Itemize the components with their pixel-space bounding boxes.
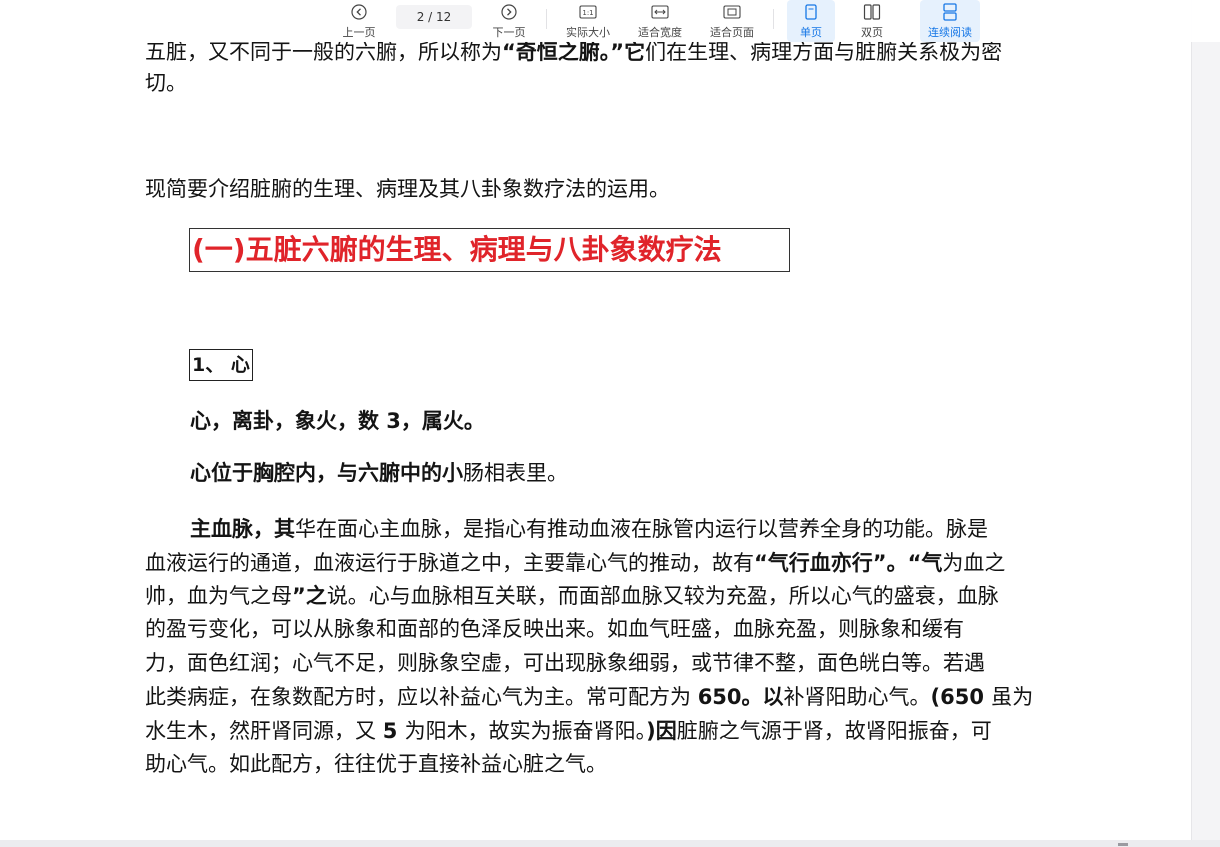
toolbar-divider xyxy=(546,9,547,29)
svg-text:1:1: 1:1 xyxy=(582,9,593,17)
paragraph-line: 的盈亏变化，可以从脉象和面部的色泽反映出来。如血气旺盛，血脉充盈，则脉象和缓有 xyxy=(145,612,964,646)
text-run: 们在生理、病理方面与脏腑关系极为密 xyxy=(645,40,1003,64)
page-separator: / xyxy=(428,10,433,24)
double-page-label: 双页 xyxy=(861,26,883,39)
text-run: 助心气。如此配方，往往优于直接补益心脏之气。 xyxy=(145,752,607,776)
paragraph-line: 血液运行的通道，血液运行于脉道之中，主要靠心气的推动，故有“气行血亦行”。“气为… xyxy=(145,546,1005,580)
text-run: 脏腑之气源于肾，故肾阳振奋，可 xyxy=(676,719,992,743)
text-run: 切。 xyxy=(145,71,187,95)
paragraph-line: 此类病症，在象数配方时，应以补益心气为主。常可配方为 650。以补肾阳助心气。(… xyxy=(145,680,1033,714)
text-run: 此类病症，在象数配方时，应以补益心气为主。常可配方为 xyxy=(145,685,698,709)
paragraph-line: 力，面色红润；心气不足，则脉象空虚，可出现脉象细弱，或节律不整，面色㿠白等。若遇 xyxy=(145,646,985,680)
actual-size-button[interactable]: 1:1 实际大小 xyxy=(561,0,615,42)
text-run: 水生木，然肝肾同源，又 xyxy=(145,719,383,743)
text-run: 为阳木，故实为振奋肾阳。 xyxy=(404,719,647,743)
text-run: 力，面色红润；心气不足，则脉象空虚，可出现脉象细弱，或节律不整，面色㿠白等。若遇 xyxy=(145,651,985,675)
subsection-heading: 1、 心 xyxy=(189,349,253,381)
next-page-label: 下一页 xyxy=(492,26,526,39)
fit-page-icon xyxy=(705,2,759,22)
arrow-right-circle-icon xyxy=(486,2,532,22)
single-page-button[interactable]: 单页 xyxy=(787,0,835,42)
text-run: 的盈亏变化，可以从脉象和面部的色泽反映出来。如血气旺盛，血脉充盈，则脉象和缓有 xyxy=(145,617,964,641)
arrow-left-circle-icon xyxy=(336,2,382,22)
text-run: 为血之 xyxy=(942,551,1006,575)
attribute-line: 心，离卦，象火，数 3，属火。 xyxy=(190,409,485,433)
total-pages: 12 xyxy=(436,10,452,24)
fit-page-button[interactable]: 适合页面 xyxy=(705,0,759,42)
fit-page-label: 适合页面 xyxy=(710,26,754,39)
section-heading: (一)五脏六腑的生理、病理与八卦象数疗法 xyxy=(189,228,790,272)
text-run: 帅，血为气之母 xyxy=(145,584,292,608)
document-page: 五脏，又不同于一般的六腑，所以称为“奇恒之腑。”它们在生理、病理方面与脏腑关系极… xyxy=(0,0,1192,847)
prev-page-button[interactable]: 上一页 xyxy=(336,0,382,42)
paragraph-line: 助心气。如此配方，往往优于直接补益心脏之气。 xyxy=(145,747,607,781)
double-page-icon xyxy=(848,2,896,22)
vertical-scrollbar[interactable] xyxy=(1192,0,1220,847)
text-run-bold: “气行血亦行”。“气 xyxy=(754,551,943,575)
text-run: 现简要介绍脏腑的生理、病理及其八卦象数疗法的运用。 xyxy=(145,177,670,201)
actual-size-icon: 1:1 xyxy=(561,2,615,22)
text-run-bold: 主血脉，其 xyxy=(190,517,295,541)
text-run: 肠相表里。 xyxy=(463,461,568,485)
next-page-button[interactable]: 下一页 xyxy=(486,0,532,42)
fit-width-button[interactable]: 适合宽度 xyxy=(633,0,687,42)
reader-toolbar: 上一页 2 / 12 下一页 1:1 实际大小 适合宽度 适合页面 单页 双页 … xyxy=(0,0,1220,42)
toolbar-divider xyxy=(773,9,774,29)
single-page-label: 单页 xyxy=(800,26,822,39)
text-run: 血液运行的通道，血液运行于脉道之中，主要靠心气的推动，故有 xyxy=(145,551,754,575)
continuous-reading-icon xyxy=(920,2,980,22)
text-run-bold: “奇恒之腑。”它 xyxy=(502,40,646,64)
position-line: 心位于胸腔内，与六腑中的小肠相表里。 xyxy=(190,456,568,490)
paragraph-line: 水生木，然肝肾同源，又 5 为阳木，故实为振奋肾阳。)因脏腑之气源于肾，故肾阳振… xyxy=(145,714,992,748)
text-run: 补肾阳助心气。 xyxy=(783,685,931,709)
double-page-button[interactable]: 双页 xyxy=(848,0,896,42)
text-run-bold: 心位于胸腔内，与六腑中的小 xyxy=(190,461,463,485)
scroll-indicator xyxy=(1118,843,1128,846)
page-number-field[interactable]: 2 / 12 xyxy=(396,5,472,29)
text-run-bold: )因 xyxy=(646,719,677,743)
fit-width-icon xyxy=(633,2,687,22)
continuous-reading-label: 连续阅读 xyxy=(928,26,972,39)
horizontal-scrollbar[interactable] xyxy=(0,840,1220,847)
continuous-reading-button[interactable]: 连续阅读 xyxy=(920,0,980,42)
text-run-bold: 5 xyxy=(382,719,405,743)
text-run-bold: (650 xyxy=(930,685,992,709)
prev-page-label: 上一页 xyxy=(342,26,376,39)
text-run: 虽为 xyxy=(991,685,1034,709)
text-run-bold: ”之 xyxy=(292,584,327,608)
text-run: 华在面心主血脉，是指心有推动血液在脉管内运行以营养全身的功能。脉是 xyxy=(295,517,988,541)
intro-paragraph: 现简要介绍脏腑的生理、病理及其八卦象数疗法的运用。 xyxy=(145,172,670,206)
page-content: 五脏，又不同于一般的六腑，所以称为“奇恒之腑。”它们在生理、病理方面与脏腑关系极… xyxy=(0,0,1191,847)
single-page-icon xyxy=(787,2,835,22)
text-run-bold: 650。以 xyxy=(697,685,784,709)
current-page: 2 xyxy=(416,10,425,24)
paragraph-line: 主血脉，其华在面心主血脉，是指心有推动血液在脉管内运行以营养全身的功能。脉是 xyxy=(190,512,988,546)
actual-size-label: 实际大小 xyxy=(566,26,610,39)
text-run: 说。心与血脉相互关联，而面部血脉又较为充盈，所以心气的盛衰，血脉 xyxy=(326,584,999,608)
paragraph-line: 帅，血为气之母”之说。心与血脉相互关联，而面部血脉又较为充盈，所以心气的盛衰，血… xyxy=(145,579,999,613)
text-run: 五脏，又不同于一般的六腑，所以称为 xyxy=(145,40,502,64)
fit-width-label: 适合宽度 xyxy=(638,26,682,39)
text-line: 切。 xyxy=(145,66,187,100)
